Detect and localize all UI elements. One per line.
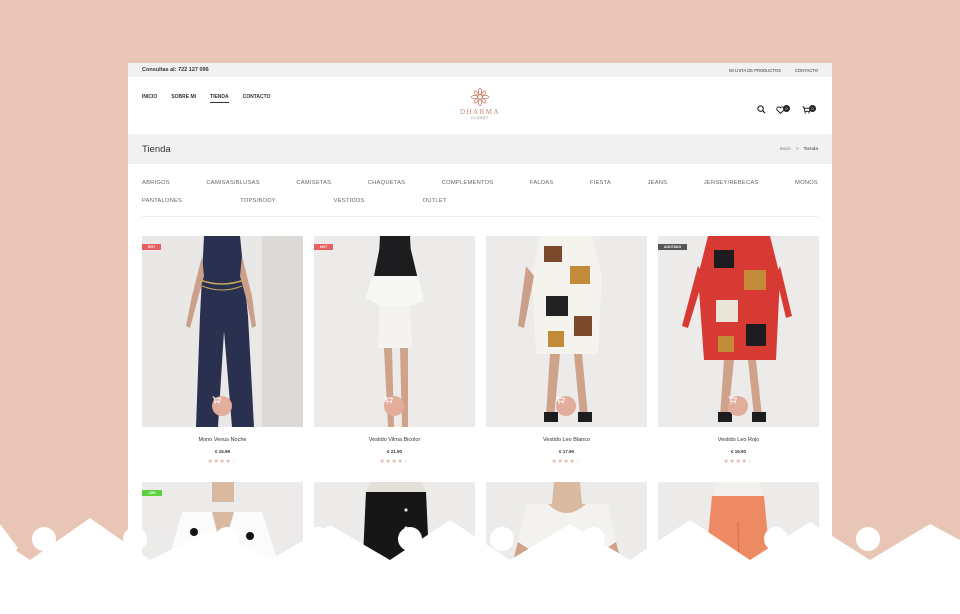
category-vestidos[interactable]: VESTIDOS — [334, 198, 365, 204]
product-image[interactable] — [486, 236, 647, 427]
category-outlet[interactable]: OUTLET — [423, 198, 447, 204]
browser-window: Consultas al: 722 127 096 MI LISTA DE PR… — [128, 63, 832, 614]
divider — [142, 216, 818, 217]
product-image[interactable]: -15% — [142, 482, 303, 614]
nav-sobre-mi[interactable]: SOBRE MI — [171, 94, 196, 103]
product-image[interactable]: HOT — [142, 236, 303, 427]
model-black-skirt-image — [314, 482, 475, 614]
contact-link[interactable]: CONTACTO — [795, 68, 818, 73]
product-card[interactable] — [658, 482, 819, 614]
search-button[interactable] — [757, 105, 766, 114]
header-actions: 0 0 — [757, 104, 818, 114]
product-name[interactable]: Vestido Leo Rojo — [658, 437, 819, 443]
category-row-1: ABRIGOS CAMISAS/BLUSAS CAMISETAS CHAQUET… — [142, 180, 818, 186]
page-title-bar: Tienda Inicio > Tienda — [128, 134, 832, 164]
cart-icon — [728, 396, 737, 404]
product-card[interactable]: -15% — [142, 482, 303, 614]
search-icon — [757, 105, 766, 114]
add-to-cart-button[interactable] — [728, 396, 748, 416]
product-tag: HOT — [142, 244, 162, 250]
product-name[interactable]: Mono Venus Noche — [142, 437, 303, 443]
site-header: INICIO SOBRE MI TIENDA CONTACTO DHARMA C… — [128, 77, 832, 134]
add-to-cart-button[interactable] — [384, 396, 404, 416]
cart-count-badge: 0 — [809, 104, 816, 112]
top-bar: Consultas al: 722 127 096 MI LISTA DE PR… — [128, 63, 832, 77]
breadcrumb-inicio[interactable]: Inicio — [779, 147, 790, 152]
product-card[interactable]: Vestido Leo Blanco € 17.90 ★★★★☆ — [486, 236, 647, 465]
product-image[interactable]: AGOTADO — [658, 236, 819, 427]
product-rating: ★★★★☆ — [207, 459, 238, 465]
breadcrumb: Inicio > Tienda — [779, 147, 818, 152]
product-image[interactable]: HOT — [314, 236, 475, 427]
cart-icon — [556, 396, 565, 404]
product-grid-row-2: -15% — [142, 482, 819, 614]
product-image[interactable] — [658, 482, 819, 614]
product-tag: AGOTADO — [658, 244, 688, 250]
model-orange-trousers-image — [658, 482, 819, 614]
category-chaquetas[interactable]: CHAQUETAS — [368, 180, 405, 186]
product-rating: ★★★★☆ — [379, 459, 410, 465]
category-fiesta[interactable]: FIESTA — [590, 180, 611, 186]
cart-icon — [384, 396, 393, 404]
category-camisas-blusas[interactable]: CAMISAS/BLUSAS — [206, 180, 259, 186]
product-name[interactable]: Vestido Leo Blanco — [486, 437, 647, 443]
wishlist-button[interactable]: 0 — [776, 104, 792, 114]
logo-brand: DHARMA — [459, 108, 501, 116]
main-nav: INICIO SOBRE MI TIENDA CONTACTO — [142, 94, 271, 103]
contact-phone: Consultas al: 722 127 096 — [142, 67, 209, 73]
nav-inicio[interactable]: INICIO — [142, 94, 157, 103]
add-to-cart-button[interactable] — [556, 396, 576, 416]
category-camisetas[interactable]: CAMISETAS — [296, 180, 331, 186]
category-complementos[interactable]: COMPLEMENTOS — [442, 180, 494, 186]
product-card[interactable] — [486, 482, 647, 614]
nav-tienda[interactable]: TIENDA — [210, 94, 229, 103]
page-title: Tienda — [142, 143, 171, 155]
product-price: € 16.90 — [730, 449, 746, 454]
nav-contacto[interactable]: CONTACTO — [243, 94, 271, 103]
cart-icon — [212, 396, 221, 404]
category-pantalones[interactable]: PANTALONES — [142, 198, 182, 204]
site-logo[interactable]: DHARMA CLOSET — [458, 87, 502, 120]
logo-sub: CLOSET — [471, 116, 489, 120]
product-card[interactable]: HOT Vestido Vilma Bicolor € 21.90 ★★★★☆ — [314, 236, 475, 465]
category-abrigos[interactable]: ABRIGOS — [142, 180, 170, 186]
product-image[interactable] — [486, 482, 647, 614]
product-card[interactable]: AGOTADO Vestido Leo Rojo € 16.90 ★★★★☆ — [658, 236, 819, 465]
category-faldas[interactable]: FALDAS — [530, 180, 553, 186]
product-card[interactable] — [314, 482, 475, 614]
model-white-blouse-image — [486, 482, 647, 614]
product-card[interactable]: HOT Mono Venus Noche € 15.99 ★★★★☆ — [142, 236, 303, 465]
cart-button[interactable]: 0 — [802, 104, 818, 114]
product-price: € 21.90 — [386, 449, 402, 454]
category-filter: ABRIGOS CAMISAS/BLUSAS CAMISETAS CHAQUET… — [128, 164, 832, 204]
breadcrumb-separator: > — [795, 146, 799, 152]
product-image[interactable] — [314, 482, 475, 614]
product-rating: ★★★★☆ — [723, 459, 754, 465]
category-jeans[interactable]: JEANS — [648, 180, 668, 186]
add-to-cart-button[interactable] — [212, 396, 232, 416]
product-tag: -15% — [142, 490, 162, 496]
product-price: € 17.90 — [558, 449, 574, 454]
category-tops-body[interactable]: TOPS/BODY — [240, 198, 276, 204]
category-monos[interactable]: MONOS — [795, 180, 818, 186]
breadcrumb-current: Tienda — [803, 146, 819, 152]
wishlist-link[interactable]: MI LISTA DE PRODUCTOS — [729, 68, 781, 73]
wishlist-count-badge: 0 — [783, 104, 790, 112]
product-price: € 15.99 — [214, 449, 230, 454]
category-jersey-rebecas[interactable]: JERSEY/REBECAS — [704, 180, 759, 186]
mandala-icon — [471, 88, 489, 106]
product-rating: ★★★★☆ — [551, 459, 582, 465]
product-grid: HOT Mono Venus Noche € 15.99 ★★★★☆ HOT V… — [142, 236, 819, 465]
category-row-2: PANTALONES TOPS/BODY VESTIDOS OUTLET — [142, 198, 818, 204]
model-polka-top-image — [142, 482, 303, 614]
product-tag: HOT — [314, 244, 334, 250]
product-name[interactable]: Vestido Vilma Bicolor — [314, 437, 475, 443]
